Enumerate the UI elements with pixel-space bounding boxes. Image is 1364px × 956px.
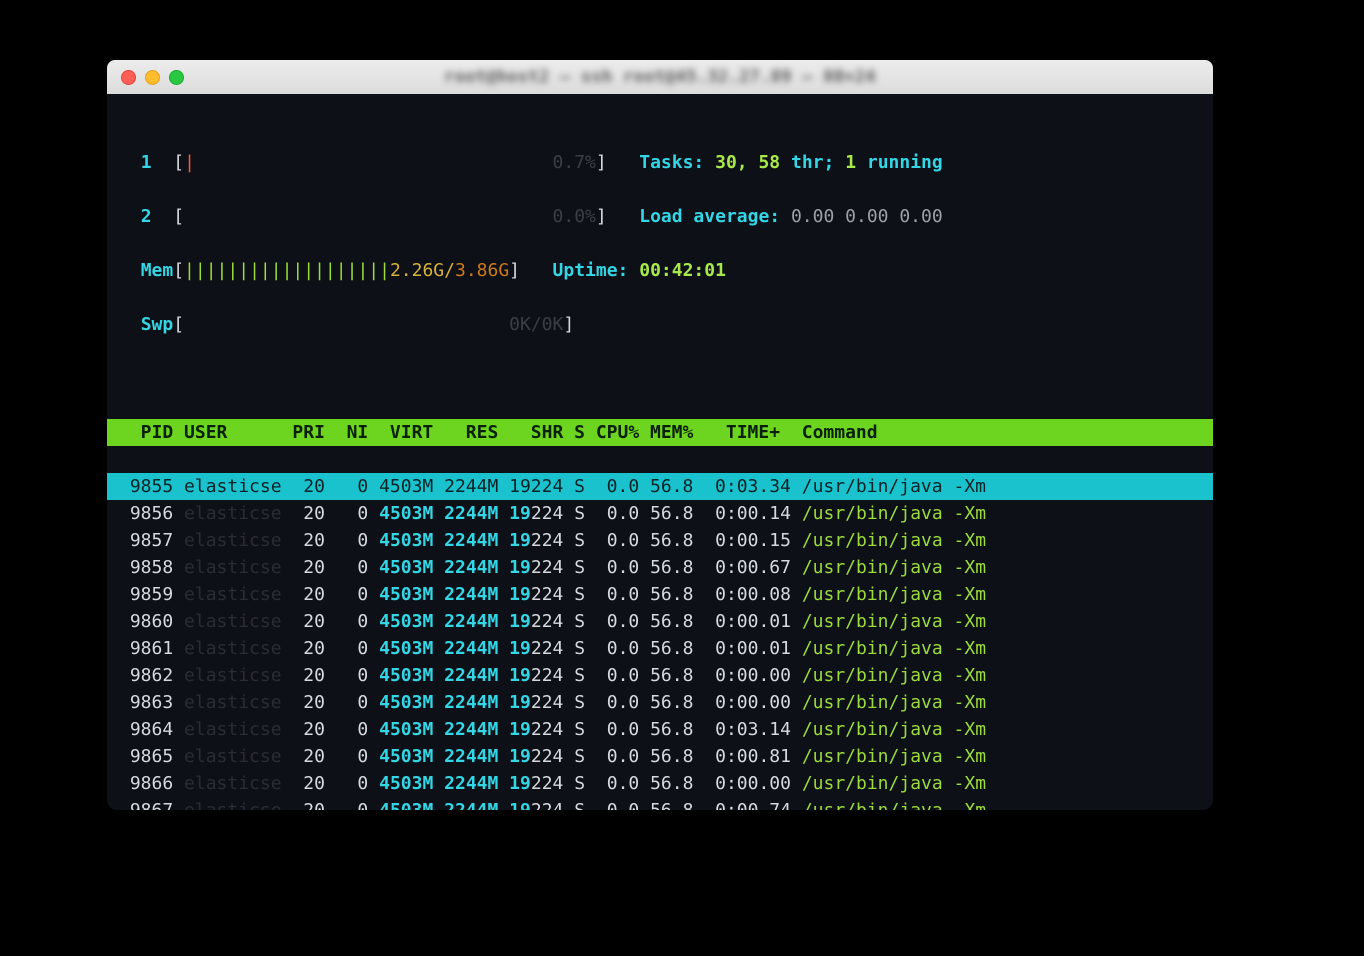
process-table-header[interactable]: PID USER PRI NI VIRT RES SHR S CPU% MEM%… xyxy=(107,419,1213,446)
process-row[interactable]: 9861 elasticse 20 0 4503M 2244M 19224 S … xyxy=(107,635,1213,662)
swp-meter: Swp[ 0K/0K] xyxy=(107,311,1213,338)
thread-count: 58 xyxy=(758,152,780,173)
process-row[interactable]: 9855 elasticse 20 0 4503M 2244M 19224 S … xyxy=(107,473,1213,500)
tasks-count: 30, xyxy=(715,152,758,173)
process-row[interactable]: 9857 elasticse 20 0 4503M 2244M 19224 S … xyxy=(107,527,1213,554)
cpu2-meter: 2 [ 0.0%] Load average: 0.00 0.00 0.00 xyxy=(107,203,1213,230)
terminal-window: root@host2 — ssh root@45.32.27.89 — 80×2… xyxy=(107,60,1213,810)
close-icon[interactable] xyxy=(121,70,136,85)
process-row[interactable]: 9862 elasticse 20 0 4503M 2244M 19224 S … xyxy=(107,662,1213,689)
load-label: Load average: xyxy=(639,206,791,227)
process-row[interactable]: 9860 elasticse 20 0 4503M 2244M 19224 S … xyxy=(107,608,1213,635)
mem-meter: Mem[|||||||||||||||||||2.26G/3.86G] Upti… xyxy=(107,257,1213,284)
window-title: root@host2 — ssh root@45.32.27.89 — 80×2… xyxy=(444,67,876,87)
tasks-label: Tasks: xyxy=(639,152,715,173)
process-row[interactable]: 9858 elasticse 20 0 4503M 2244M 19224 S … xyxy=(107,554,1213,581)
window-controls xyxy=(121,70,184,85)
running-count: 1 xyxy=(845,152,856,173)
process-table-body: 9855 elasticse 20 0 4503M 2244M 19224 S … xyxy=(107,473,1213,810)
load-average: 0.00 0.00 0.00 xyxy=(791,206,943,227)
process-row[interactable]: 9859 elasticse 20 0 4503M 2244M 19224 S … xyxy=(107,581,1213,608)
terminal-body[interactable]: 1 [| 0.7%] Tasks: 30, 58 thr; 1 running … xyxy=(107,94,1213,810)
uptime-value: 00:42:01 xyxy=(639,260,726,281)
uptime-label: Uptime: xyxy=(553,260,640,281)
process-row[interactable]: 9864 elasticse 20 0 4503M 2244M 19224 S … xyxy=(107,716,1213,743)
minimize-icon[interactable] xyxy=(145,70,160,85)
cpu1-meter: 1 [| 0.7%] Tasks: 30, 58 thr; 1 running xyxy=(107,149,1213,176)
process-row[interactable]: 9865 elasticse 20 0 4503M 2244M 19224 S … xyxy=(107,743,1213,770)
process-row[interactable]: 9856 elasticse 20 0 4503M 2244M 19224 S … xyxy=(107,500,1213,527)
maximize-icon[interactable] xyxy=(169,70,184,85)
process-row[interactable]: 9866 elasticse 20 0 4503M 2244M 19224 S … xyxy=(107,770,1213,797)
process-row[interactable]: 9863 elasticse 20 0 4503M 2244M 19224 S … xyxy=(107,689,1213,716)
process-row[interactable]: 9867 elasticse 20 0 4503M 2244M 19224 S … xyxy=(107,797,1213,810)
window-titlebar[interactable]: root@host2 — ssh root@45.32.27.89 — 80×2… xyxy=(107,60,1213,95)
blank-line xyxy=(107,365,1213,392)
